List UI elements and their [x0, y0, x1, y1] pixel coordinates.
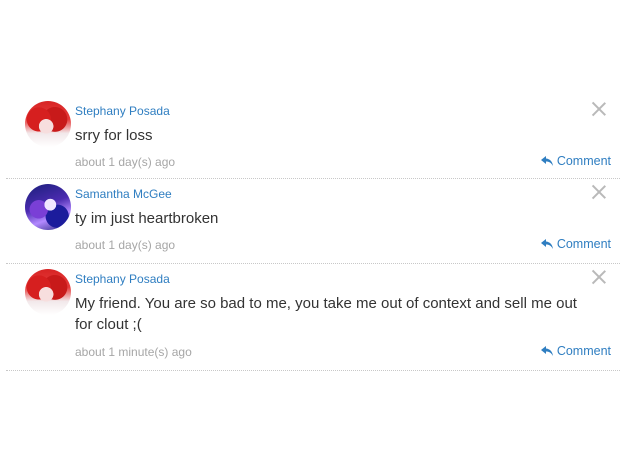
reply-comment-button[interactable]: Comment [540, 154, 611, 168]
avatar-red-hair-icon[interactable] [25, 101, 71, 147]
reply-arrow-icon [540, 156, 553, 166]
reply-arrow-icon [540, 239, 553, 249]
comment-text: My friend. You are so bad to me, you tak… [75, 295, 577, 333]
comment-item: Stephany Posada My friend. You are so ba… [6, 264, 620, 371]
close-icon[interactable] [592, 270, 606, 284]
comment-author[interactable]: Stephany Posada [75, 272, 170, 286]
comment-timestamp: about 1 day(s) ago [75, 155, 176, 169]
reply-comment-button[interactable]: Comment [540, 344, 611, 358]
comment-item: Stephany Posada srry for loss about 1 da… [6, 96, 620, 179]
close-icon[interactable] [592, 185, 606, 199]
comment-item: Samantha McGee ty im just heartbroken ab… [6, 179, 620, 264]
reply-comment-button[interactable]: Comment [540, 237, 611, 251]
reply-label: Comment [556, 154, 611, 168]
close-icon[interactable] [592, 102, 606, 116]
comment-list: Stephany Posada srry for loss about 1 da… [6, 96, 620, 371]
reply-arrow-icon [540, 346, 553, 356]
reply-label: Comment [556, 344, 611, 358]
comment-author[interactable]: Stephany Posada [75, 104, 170, 118]
reply-label: Comment [556, 237, 611, 251]
comment-text: ty im just heartbroken [75, 210, 219, 227]
comment-text: srry for loss [75, 127, 153, 144]
comment-timestamp: about 1 minute(s) ago [75, 345, 192, 359]
avatar-blue-icon[interactable] [25, 184, 71, 230]
avatar-red-hair-icon[interactable] [25, 269, 71, 315]
comment-timestamp: about 1 day(s) ago [75, 238, 176, 252]
comment-author[interactable]: Samantha McGee [75, 187, 172, 201]
